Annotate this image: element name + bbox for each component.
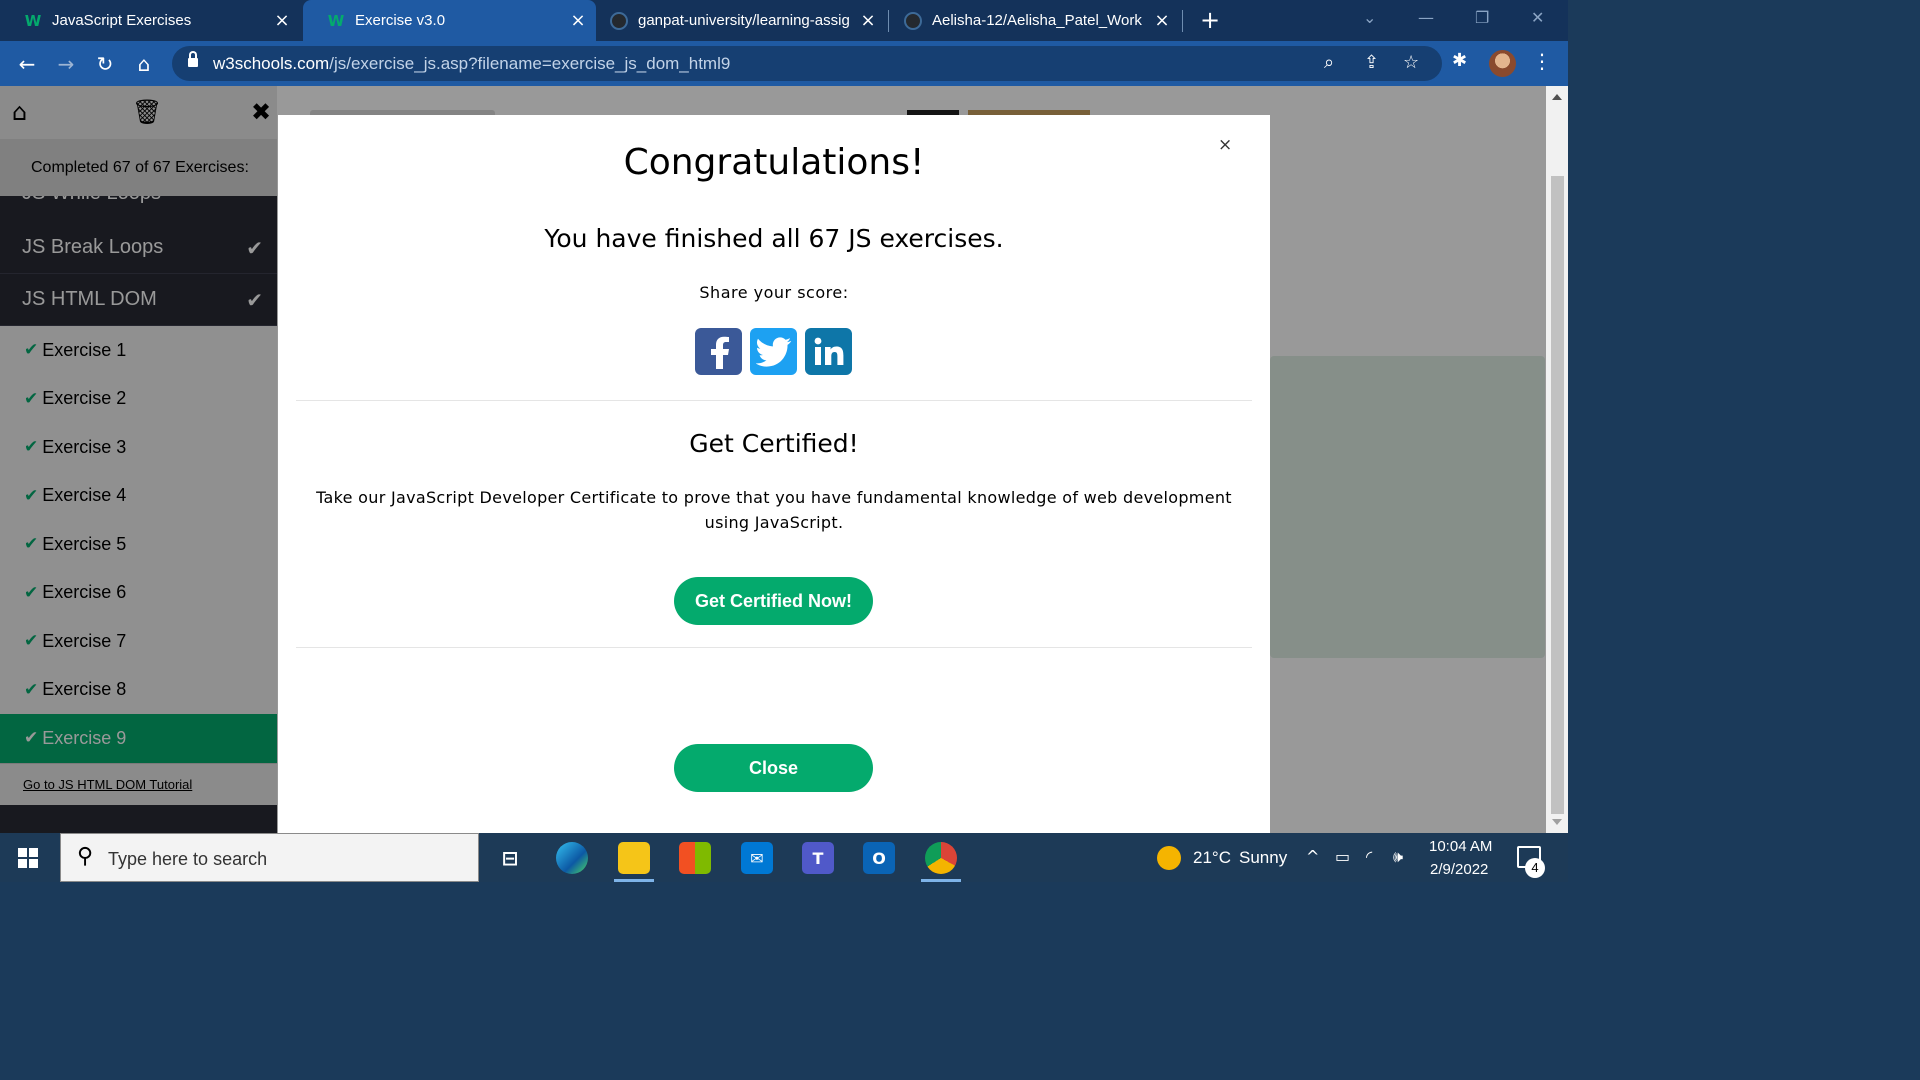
minimize-icon[interactable]: — — [1418, 8, 1434, 27]
weather-condition[interactable]: Sunny — [1239, 848, 1287, 868]
share-icon[interactable]: ⇪ — [1364, 52, 1379, 73]
close-window-icon[interactable]: ✕ — [1531, 8, 1544, 27]
browser-tab[interactable]: Aelisha-12/Aelisha_Patel_Work × — [880, 0, 1180, 41]
windows-taskbar: ⚲ Type here to search ⊟ ✉ T O 21°C Sunny… — [0, 833, 1568, 882]
tab-title: Aelisha-12/Aelisha_Patel_Work — [932, 12, 1142, 29]
scroll-down-icon[interactable] — [1552, 819, 1562, 825]
forward-icon[interactable]: → — [53, 51, 79, 77]
certification-text: Take our JavaScript Developer Certificat… — [316, 488, 1232, 532]
teams-icon[interactable]: T — [802, 842, 834, 874]
file-explorer-icon[interactable] — [618, 842, 650, 874]
tab-title: JavaScript Exercises — [52, 12, 192, 29]
zoom-icon[interactable]: ⌕ — [1324, 52, 1334, 73]
tab-separator — [1182, 10, 1183, 32]
close-button[interactable]: Close — [674, 744, 873, 792]
certification-title: Get Certified! — [689, 429, 859, 458]
sun-icon[interactable] — [1157, 846, 1181, 870]
modal-title: Congratulations! — [623, 142, 925, 183]
scroll-thumb[interactable] — [1551, 176, 1564, 814]
clock-time[interactable]: 10:04 AM — [1429, 838, 1492, 855]
browser-tab[interactable]: ganpat-university/learning-assig × — [586, 0, 886, 41]
search-placeholder: Type here to search — [108, 849, 268, 869]
tab-title: ganpat-university/learning-assig — [638, 12, 850, 29]
tab-search-icon[interactable]: ⌄ — [1363, 8, 1376, 27]
close-tab-icon[interactable]: × — [270, 10, 294, 31]
back-icon[interactable]: ← — [14, 51, 40, 77]
browser-tab[interactable]: W JavaScript Exercises × — [0, 0, 300, 41]
page-scrollbar[interactable] — [1546, 86, 1568, 833]
close-tab-icon[interactable]: × — [1150, 10, 1174, 31]
wifi-icon[interactable]: ◜ — [1366, 847, 1372, 866]
scroll-up-icon[interactable] — [1552, 94, 1562, 100]
weather-temp[interactable]: 21°C — [1193, 848, 1231, 868]
w3schools-icon: W — [24, 11, 42, 30]
browser-tab-strip: W JavaScript Exercises × W Exercise v3.0… — [0, 0, 1568, 41]
notification-badge: 4 — [1525, 858, 1545, 878]
task-view-icon[interactable]: ⊟ — [494, 842, 526, 874]
browser-toolbar: ← → ↻ ⌂ w3schools.com/js/exercise_js.asp… — [0, 41, 1568, 86]
github-icon — [904, 11, 922, 30]
chevron-up-icon[interactable]: ^ — [1306, 847, 1319, 866]
twitter-icon[interactable] — [750, 328, 797, 375]
browser-tab-active[interactable]: W Exercise v3.0 × — [303, 0, 596, 41]
reload-icon[interactable]: ↻ — [92, 51, 118, 77]
restore-icon[interactable]: ❐ — [1475, 8, 1489, 27]
bookmark-star-icon[interactable]: ☆ — [1403, 52, 1419, 73]
url-text: w3schools.com/js/exercise_js.asp?filenam… — [213, 54, 730, 74]
mail-icon[interactable]: ✉ — [741, 842, 773, 874]
microsoft-store-icon[interactable] — [679, 842, 711, 874]
taskbar-search[interactable]: ⚲ Type here to search — [60, 833, 479, 882]
volume-icon[interactable]: 🕪 — [1393, 847, 1403, 867]
divider — [296, 400, 1252, 401]
tab-title: Exercise v3.0 — [355, 12, 446, 29]
battery-icon[interactable]: ▭ — [1335, 847, 1350, 866]
url-path: /js/exercise_js.asp?filename=exercise_js… — [329, 54, 731, 73]
modal-subtitle: You have finished all 67 JS exercises. — [544, 224, 1004, 253]
clock-date[interactable]: 2/9/2022 — [1430, 861, 1488, 878]
extensions-icon[interactable]: ✱ — [1452, 50, 1467, 71]
address-bar[interactable]: w3schools.com/js/exercise_js.asp?filenam… — [172, 46, 1442, 81]
url-host: w3schools.com — [213, 54, 330, 73]
facebook-icon[interactable] — [695, 328, 742, 375]
active-app-indicator — [921, 879, 961, 882]
active-app-indicator — [614, 879, 654, 882]
new-tab-button[interactable]: + — [1196, 6, 1224, 34]
profile-avatar[interactable] — [1489, 50, 1516, 77]
close-tab-icon[interactable]: × — [856, 10, 880, 31]
get-certified-button[interactable]: Get Certified Now! — [674, 577, 873, 625]
page-content: ⌂ 🗑 ✖ Completed 67 of 67 Exercises: JS W… — [0, 86, 1568, 833]
linkedin-icon[interactable] — [805, 328, 852, 375]
search-icon: ⚲ — [77, 844, 94, 869]
divider — [296, 647, 1252, 648]
lock-icon — [188, 51, 198, 68]
github-icon — [610, 11, 628, 30]
w3schools-icon: W — [327, 11, 345, 30]
home-icon[interactable]: ⌂ — [131, 51, 157, 77]
windows-start-icon[interactable] — [18, 848, 38, 868]
share-label: Share your score: — [699, 283, 849, 302]
menu-icon[interactable]: ⋮ — [1532, 49, 1552, 73]
edge-icon[interactable] — [556, 842, 588, 874]
chrome-icon[interactable] — [925, 842, 957, 874]
outlook-icon[interactable]: O — [863, 842, 895, 874]
congratulations-modal: × Congratulations! You have finished all… — [278, 115, 1270, 833]
